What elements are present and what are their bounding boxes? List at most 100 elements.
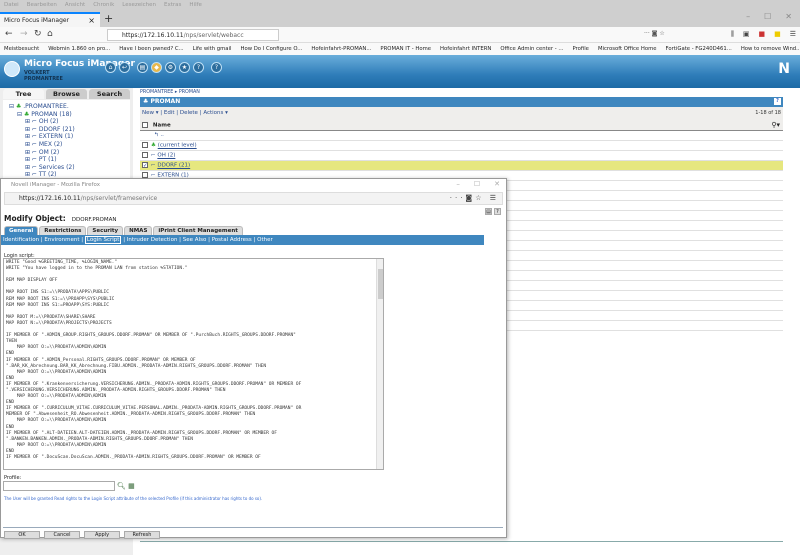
tab-nmas[interactable]: NMAS	[124, 226, 153, 235]
bookmark-item[interactable]: FortiGate - FG240D461...	[666, 46, 732, 52]
subnav-other[interactable]: Other	[257, 237, 273, 243]
bookmark-item[interactable]: Profile	[572, 46, 588, 52]
favorites-icon[interactable]: ★	[179, 62, 190, 73]
menu-bookmarks[interactable]: Lesezeichen	[122, 2, 156, 8]
tree-item[interactable]: ⊞ ⌐ DDORF (21)	[9, 126, 124, 134]
tab-security[interactable]: Security	[87, 226, 124, 235]
menu-help[interactable]: Hilfe	[189, 2, 202, 8]
select-all-checkbox[interactable]	[142, 122, 148, 128]
refresh-button[interactable]: Refresh	[124, 531, 160, 539]
reload-icon[interactable]: ↻	[34, 29, 42, 39]
search-icon[interactable]: 🔍︎	[117, 482, 126, 490]
close-tab-icon[interactable]: ×	[88, 16, 95, 25]
subnav-postal-address[interactable]: Postal Address	[212, 237, 252, 243]
profile-input[interactable]	[3, 481, 115, 491]
bookmark-item[interactable]: Hofeinfahrt-PROMAN...	[311, 46, 371, 52]
extension-icon[interactable]: ■	[758, 30, 765, 39]
name-column-header[interactable]: Name	[153, 123, 171, 129]
tab-iprint-client-management[interactable]: iPrint Client Management	[153, 226, 243, 235]
bookmark-item[interactable]: Have I been pwned? C...	[119, 46, 183, 52]
forward-icon[interactable]: →	[20, 29, 28, 39]
url-bar[interactable]: https://172.16.10.11/nps/servlet/webacc	[107, 29, 279, 41]
page-actions-icon[interactable]: ···◙☆ ☰	[450, 194, 499, 202]
bookmark-item[interactable]: How Do I Configure O...	[240, 46, 302, 52]
help-icon[interactable]: ?	[774, 98, 781, 105]
popup-url-bar[interactable]: https://172.16.10.11/nps/servlet/framese…	[4, 192, 503, 205]
menu-history[interactable]: Chronik	[93, 2, 114, 8]
sidebar-icon[interactable]: ▣	[743, 30, 750, 39]
close-window-icon[interactable]: ✕	[494, 180, 500, 188]
info-icon[interactable]: ?	[193, 62, 204, 73]
roles-tasks-icon[interactable]: ▤	[137, 62, 148, 73]
ok-button[interactable]: OK	[4, 531, 40, 539]
row-checkbox[interactable]	[142, 152, 148, 158]
browser-tab[interactable]: Micro Focus iManager ×	[0, 12, 100, 27]
actions-menu[interactable]: Actions	[203, 110, 223, 116]
tree-item[interactable]: ⊟ ♣ PROMAN (18)	[9, 111, 124, 119]
view-objects-icon[interactable]: ◆	[151, 62, 162, 73]
tab-general[interactable]: General	[4, 226, 39, 235]
breadcrumb-tree[interactable]: PROMANTREE	[140, 90, 173, 95]
list-item-up[interactable]: ↰ ..	[140, 131, 783, 141]
print-icon[interactable]: ▤	[485, 208, 492, 215]
bookmark-item[interactable]: Webmin 1.860 on pro...	[48, 46, 110, 52]
tree-item-label[interactable]: PT (1)	[39, 156, 57, 163]
cancel-button[interactable]: Cancel	[44, 531, 80, 539]
bookmark-item[interactable]: Microsoft Office Home	[598, 46, 657, 52]
tree-item-label[interactable]: OH (2)	[39, 118, 59, 125]
row-checkbox[interactable]	[142, 142, 148, 148]
tree-item-label[interactable]: PROMAN (18)	[31, 111, 72, 118]
exit-icon[interactable]: ↩	[119, 62, 130, 73]
tree-item-label[interactable]: OM (2)	[39, 149, 59, 156]
up-link[interactable]: ..	[160, 132, 164, 138]
bookmark-item[interactable]: PROMAN IT - Home	[380, 46, 431, 52]
home-toolbar-icon[interactable]: ⌂	[105, 62, 116, 73]
row-checkbox[interactable]: ✓	[142, 162, 148, 169]
maximize-icon[interactable]: ☐	[474, 180, 480, 188]
tree-item[interactable]: ⊞ ⌐ OH (2)	[9, 118, 124, 126]
list-item[interactable]: ⌐ OH (2)	[140, 151, 783, 161]
subnav-login-script[interactable]: Login Script	[84, 235, 122, 244]
home-icon[interactable]: ⌂	[47, 29, 53, 39]
close-window-icon[interactable]: ✕	[785, 12, 792, 21]
tree-item-label[interactable]: DDORF (21)	[39, 126, 75, 133]
tab-tree[interactable]: Tree	[3, 89, 44, 99]
menu-edit[interactable]: Bearbeiten	[27, 2, 57, 8]
row-link[interactable]: DDORF (21)	[157, 163, 190, 169]
maximize-icon[interactable]: ☐	[764, 12, 771, 21]
tab-restrictions[interactable]: Restrictions	[39, 226, 87, 235]
row-link[interactable]: OH (2)	[157, 153, 175, 159]
subnav-identification[interactable]: Identification	[3, 237, 39, 243]
menu-view[interactable]: Ansicht	[65, 2, 85, 8]
tree-item[interactable]: ⊞ ⌐ PT (1)	[9, 156, 124, 164]
history-icon[interactable]: ▦	[128, 482, 135, 490]
help-icon[interactable]: ?	[211, 62, 222, 73]
bookmark-item[interactable]: How to remove Wind...	[741, 46, 800, 52]
menu-tools[interactable]: Extras	[164, 2, 181, 8]
apply-button[interactable]: Apply	[84, 531, 120, 539]
tree-root[interactable]: ⊟ ♣ .PROMANTREE.	[9, 103, 124, 111]
scrollbar[interactable]	[376, 259, 383, 469]
bookmark-item[interactable]: Office Admin center - ...	[500, 46, 563, 52]
new-menu[interactable]: New	[142, 110, 154, 116]
tree-item[interactable]: ⊞ ⌐ MEX (2)	[9, 141, 124, 149]
library-icon[interactable]: ⫼	[731, 30, 734, 39]
edit-link[interactable]: Edit	[164, 110, 175, 116]
bookmark-item[interactable]: Hofeinfahrt INTERN	[440, 46, 491, 52]
minimize-icon[interactable]: –	[456, 180, 460, 188]
tree-root-label[interactable]: .PROMANTREE.	[23, 103, 69, 110]
subnav-intruder-detection[interactable]: Intruder Detection	[127, 237, 178, 243]
tree-item[interactable]: ⊞ ⌐ OM (2)	[9, 149, 124, 157]
tree-item-label[interactable]: Services (2)	[39, 164, 75, 171]
new-tab-icon[interactable]: +	[104, 12, 113, 25]
list-item[interactable]: ♣ (current level)	[140, 141, 783, 151]
subnav-environment[interactable]: Environment	[44, 237, 79, 243]
list-item[interactable]: ✓ ⌐ DDORF (21)	[140, 161, 783, 171]
filter-icon[interactable]: ⚲▾	[771, 121, 780, 129]
tree-item[interactable]: ⊞ ⌐ Services (2)	[9, 164, 124, 172]
menu-file[interactable]: Datei	[4, 2, 19, 8]
page-actions-icon[interactable]: ··· ◙ ☆	[644, 30, 680, 37]
back-icon[interactable]: ←	[5, 29, 13, 39]
configure-icon[interactable]: ⚙	[165, 62, 176, 73]
tab-browse[interactable]: Browse	[46, 89, 87, 99]
